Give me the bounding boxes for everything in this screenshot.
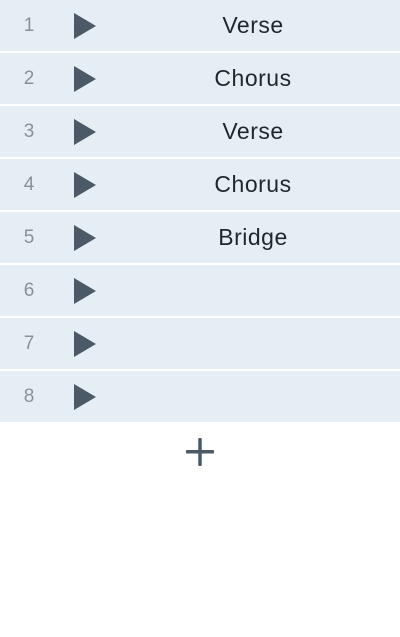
section-name[interactable]: Chorus bbox=[106, 53, 400, 104]
play-icon[interactable] bbox=[74, 13, 96, 39]
section-number: 1 bbox=[23, 15, 35, 36]
section-list: 1 Verse 2 Chorus 3 Verse 4 Chorus 5 Brid… bbox=[0, 0, 400, 422]
section-row[interactable]: 8 bbox=[0, 371, 400, 422]
section-name[interactable]: Verse bbox=[106, 0, 400, 51]
section-number: 5 bbox=[23, 227, 35, 248]
section-row[interactable]: 2 Chorus bbox=[0, 53, 400, 106]
section-number: 6 bbox=[23, 280, 35, 301]
plus-icon bbox=[184, 436, 216, 468]
section-row[interactable]: 6 bbox=[0, 265, 400, 318]
section-row[interactable]: 4 Chorus bbox=[0, 159, 400, 212]
section-name[interactable] bbox=[106, 265, 400, 316]
section-number: 2 bbox=[23, 68, 35, 89]
play-icon[interactable] bbox=[74, 119, 96, 145]
section-row[interactable]: 1 Verse bbox=[0, 0, 400, 53]
section-name[interactable]: Chorus bbox=[106, 159, 400, 210]
play-icon[interactable] bbox=[74, 66, 96, 92]
section-row[interactable]: 5 Bridge bbox=[0, 212, 400, 265]
section-name[interactable] bbox=[106, 318, 400, 369]
section-row[interactable]: 3 Verse bbox=[0, 106, 400, 159]
section-number: 8 bbox=[23, 386, 35, 407]
section-number: 7 bbox=[23, 333, 35, 354]
play-icon[interactable] bbox=[74, 225, 96, 251]
play-icon[interactable] bbox=[74, 172, 96, 198]
add-section-button[interactable] bbox=[184, 436, 216, 468]
play-icon[interactable] bbox=[74, 384, 96, 410]
section-name[interactable] bbox=[106, 371, 400, 422]
play-icon[interactable] bbox=[74, 278, 96, 304]
section-name[interactable]: Verse bbox=[106, 106, 400, 157]
section-number: 4 bbox=[23, 174, 35, 195]
play-icon[interactable] bbox=[74, 331, 96, 357]
section-row[interactable]: 7 bbox=[0, 318, 400, 371]
section-name[interactable]: Bridge bbox=[106, 212, 400, 263]
section-number: 3 bbox=[23, 121, 35, 142]
